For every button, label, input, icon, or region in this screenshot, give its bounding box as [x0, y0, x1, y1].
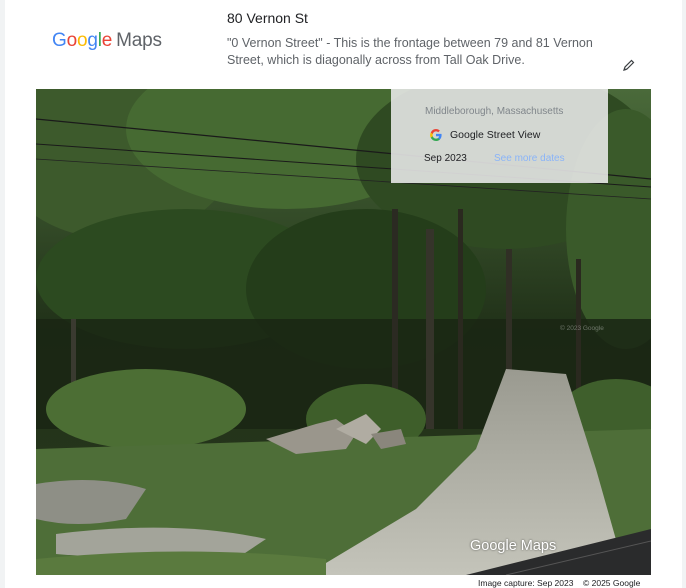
- place-description: "0 Vernon Street" - This is the frontage…: [227, 36, 593, 67]
- street-view-service-row: Google Street View: [429, 127, 540, 143]
- street-view-label: Google Street View: [450, 129, 541, 141]
- place-title: 80 Vernon St: [227, 10, 308, 26]
- google-maps-overlay-logo: Google Maps: [470, 538, 557, 554]
- capture-date: Sep 2023: [424, 153, 467, 164]
- left-frame-border: [0, 0, 5, 588]
- google-maps-logo[interactable]: Google Maps: [52, 30, 162, 52]
- google-g-icon: [430, 129, 442, 141]
- image-capture-date: Image capture: Sep 2023: [478, 578, 574, 588]
- see-more-dates-link[interactable]: See more dates: [494, 153, 565, 164]
- street-view-info-card: Middleborough, Massachusetts Google Stre…: [391, 89, 608, 183]
- maps-wordmark: Maps: [116, 30, 162, 51]
- right-frame-border: [682, 0, 686, 588]
- street-view-watermark: © 2023 Google: [560, 325, 604, 332]
- copyright-notice: © 2025 Google: [583, 578, 641, 588]
- location-name: Middleborough, Massachusetts: [425, 106, 564, 117]
- google-wordmark: Google: [52, 30, 113, 51]
- pencil-icon[interactable]: [622, 58, 636, 72]
